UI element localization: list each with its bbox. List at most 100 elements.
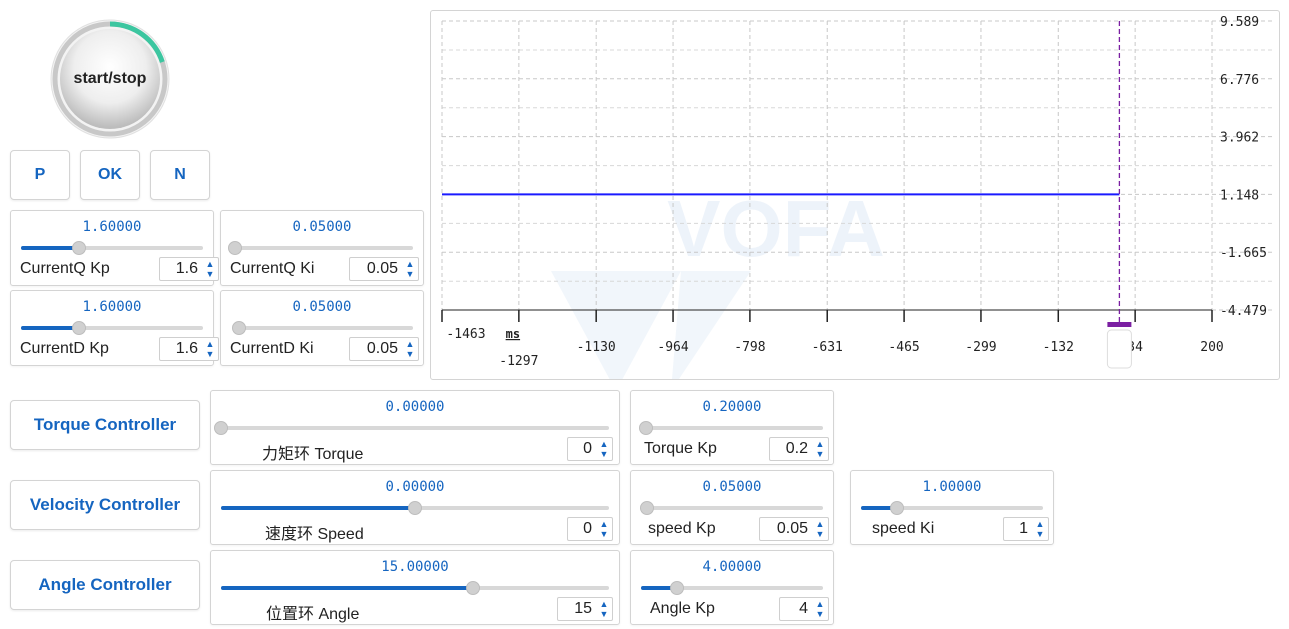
slider-spinbox[interactable]: 0.05 ▲ ▼: [349, 337, 419, 361]
slider-label: speed Ki: [872, 520, 935, 537]
spinbox-arrows[interactable]: ▲ ▼: [812, 518, 828, 540]
angle-controller-label: Angle Controller: [38, 575, 172, 594]
slider-spinbox[interactable]: 0.05 ▲ ▼: [759, 517, 829, 541]
slider-thumb[interactable]: [72, 321, 87, 335]
slider-thumb[interactable]: [408, 501, 422, 515]
slider-track[interactable]: [639, 501, 823, 515]
slider-thumb[interactable]: [231, 321, 246, 335]
arrow-down-icon[interactable]: ▼: [406, 269, 415, 279]
spinbox-arrows[interactable]: ▲ ▼: [812, 438, 828, 460]
watermark-logo: VOFA: [667, 184, 885, 273]
speed-ki-panel: 1.00000 speed Ki 1 ▲ ▼: [850, 470, 1054, 545]
ok-button[interactable]: OK: [80, 150, 140, 200]
next-button[interactable]: N: [150, 150, 210, 200]
arrow-down-icon[interactable]: ▼: [816, 609, 825, 619]
slider-thumb[interactable]: [466, 581, 481, 595]
slider-spinbox[interactable]: 1 ▲ ▼: [1003, 517, 1049, 541]
arrow-up-icon[interactable]: ▲: [816, 599, 825, 609]
arrow-up-icon[interactable]: ▲: [600, 519, 609, 529]
slider-spinbox[interactable]: 0 ▲ ▼: [567, 437, 613, 461]
slider-value: 1.60000: [82, 219, 142, 235]
arrow-down-icon[interactable]: ▼: [206, 349, 215, 359]
slider-track[interactable]: [228, 241, 413, 255]
arrow-down-icon[interactable]: ▼: [1036, 529, 1045, 539]
slider-thumb[interactable]: [890, 501, 905, 515]
start-stop-knob[interactable]: start/stop: [49, 18, 171, 140]
arrow-up-icon[interactable]: ▲: [206, 259, 215, 269]
slider-spinbox[interactable]: 1.6 ▲ ▼: [159, 337, 219, 361]
slider-track[interactable]: [214, 421, 609, 435]
spinbox-arrows[interactable]: ▲ ▼: [596, 598, 612, 620]
slider-label: CurrentD Ki: [230, 340, 314, 357]
slider-spinbox[interactable]: 15 ▲ ▼: [557, 597, 613, 621]
arrow-down-icon[interactable]: ▼: [406, 349, 415, 359]
slider-fill: [21, 246, 80, 250]
slider-track[interactable]: [221, 581, 609, 595]
arrow-down-icon[interactable]: ▼: [816, 449, 825, 459]
x-tick-label: -299: [965, 340, 996, 355]
arrow-up-icon[interactable]: ▲: [406, 339, 415, 349]
slider-thumb[interactable]: [639, 501, 654, 515]
slider-fill: [221, 506, 415, 510]
spinbox-value: 1.6: [175, 340, 198, 357]
slider-spinbox[interactable]: 1.6 ▲ ▼: [159, 257, 219, 281]
arrow-up-icon[interactable]: ▲: [206, 339, 215, 349]
slider-spinbox[interactable]: 4 ▲ ▼: [779, 597, 829, 621]
spinbox-arrows[interactable]: ▲ ▼: [812, 598, 828, 620]
slider-value: 0.05000: [292, 299, 352, 315]
speed-panel: 0.00000 速度环 Speed 0 ▲ ▼: [210, 470, 620, 545]
arrow-down-icon[interactable]: ▼: [816, 529, 825, 539]
slider-value: 0.00000: [385, 479, 445, 495]
arrow-up-icon[interactable]: ▲: [1036, 519, 1045, 529]
spinbox-arrows[interactable]: ▲ ▼: [402, 338, 418, 360]
slider-track[interactable]: [861, 501, 1043, 515]
slider-thumb[interactable]: [72, 241, 87, 255]
slider-track[interactable]: [21, 321, 203, 335]
arrow-up-icon[interactable]: ▲: [816, 519, 825, 529]
slider-spinbox[interactable]: 0.05 ▲ ▼: [349, 257, 419, 281]
slider-thumb[interactable]: [670, 581, 685, 595]
torque-controller-button[interactable]: Torque Controller: [10, 400, 200, 450]
spinbox-arrows[interactable]: ▲ ▼: [202, 258, 218, 280]
velocity-controller-button[interactable]: Velocity Controller: [10, 480, 200, 530]
arrow-down-icon[interactable]: ▼: [600, 449, 609, 459]
arrow-down-icon[interactable]: ▼: [206, 269, 215, 279]
slider-thumb[interactable]: [214, 421, 228, 435]
arrow-up-icon[interactable]: ▲: [816, 439, 825, 449]
slider-label: CurrentD Kp: [20, 340, 109, 357]
y-tick-label: -1.665: [1220, 246, 1267, 261]
spinbox-value: 4: [799, 600, 808, 617]
slider-value: 15.00000: [381, 559, 449, 575]
slider-spinbox[interactable]: 0.2 ▲ ▼: [769, 437, 829, 461]
prev-button[interactable]: P: [10, 150, 70, 200]
x-tick-label: 200: [1200, 340, 1223, 355]
slider-track[interactable]: [639, 421, 823, 435]
slider-track[interactable]: [641, 581, 823, 595]
arrow-down-icon[interactable]: ▼: [600, 529, 609, 539]
spinbox-arrows[interactable]: ▲ ▼: [202, 338, 218, 360]
slider-track[interactable]: [21, 241, 203, 255]
angle-controller-button[interactable]: Angle Controller: [10, 560, 200, 610]
spinbox-arrows[interactable]: ▲ ▼: [596, 438, 612, 460]
waveform-plot[interactable]: VOFA 9.589 6.776 3.962 1.148 -1.665 -4.479 -146…: [430, 10, 1280, 391]
arrow-up-icon[interactable]: ▲: [600, 599, 609, 609]
slider-spinbox[interactable]: 0 ▲ ▼: [567, 517, 613, 541]
x-unit-label: ms: [506, 327, 520, 341]
slider-label: Torque Kp: [644, 440, 717, 457]
spinbox-arrows[interactable]: ▲ ▼: [1032, 518, 1048, 540]
spinbox-arrows[interactable]: ▲ ▼: [596, 518, 612, 540]
spinbox-arrows[interactable]: ▲ ▼: [402, 258, 418, 280]
arrow-down-icon[interactable]: ▼: [600, 609, 609, 619]
cursor-handle: [1107, 322, 1132, 327]
currentd-kp-panel: 1.60000 CurrentD Kp 1.6 ▲ ▼: [10, 290, 219, 366]
arrow-up-icon[interactable]: ▲: [406, 259, 415, 269]
slider-label: 速度环 Speed: [265, 526, 364, 543]
spinbox-value: 15: [574, 600, 592, 617]
slider-track[interactable]: [221, 501, 609, 515]
slider-track[interactable]: [231, 321, 413, 335]
arrow-up-icon[interactable]: ▲: [600, 439, 609, 449]
spinbox-value: 1: [1019, 520, 1028, 537]
slider-thumb[interactable]: [639, 421, 654, 435]
x-tick-label: -798: [734, 340, 765, 355]
slider-thumb[interactable]: [228, 241, 242, 255]
